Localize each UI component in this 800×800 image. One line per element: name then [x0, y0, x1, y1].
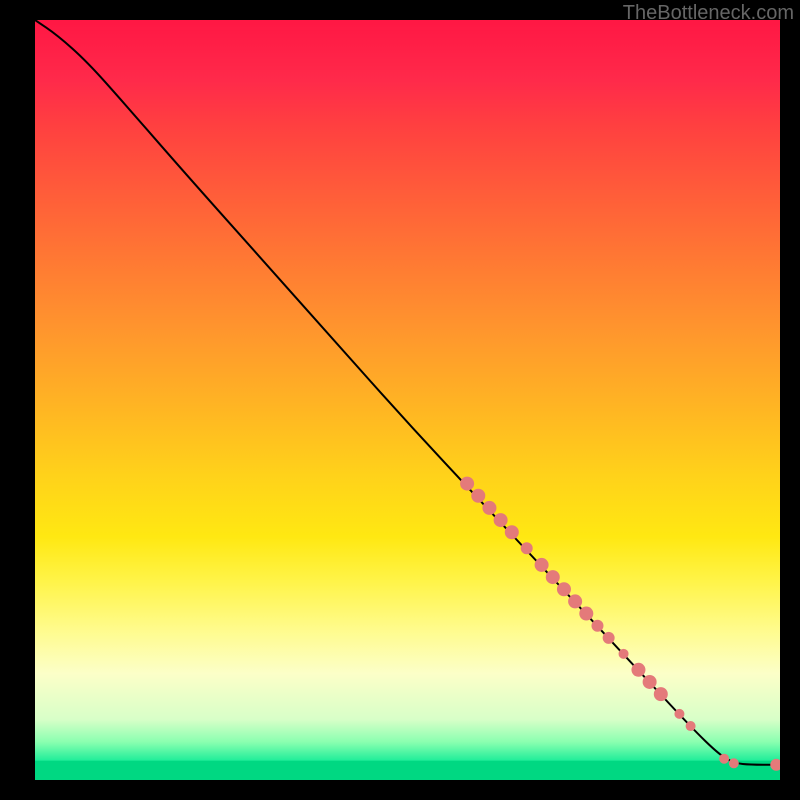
- data-point: [591, 620, 603, 632]
- data-point: [579, 607, 593, 621]
- data-point: [643, 675, 657, 689]
- data-point: [686, 721, 696, 731]
- data-point: [521, 542, 533, 554]
- data-point: [654, 687, 668, 701]
- data-point: [603, 632, 615, 644]
- data-point: [471, 489, 485, 503]
- bottleneck-curve: [35, 20, 780, 765]
- data-point: [719, 754, 729, 764]
- data-point: [505, 525, 519, 539]
- data-point: [729, 758, 739, 768]
- data-points-group: [460, 477, 780, 771]
- data-point: [494, 513, 508, 527]
- data-point: [546, 570, 560, 584]
- data-point: [770, 759, 780, 771]
- data-point: [535, 558, 549, 572]
- chart-plot-area: [35, 20, 780, 780]
- data-point: [568, 594, 582, 608]
- chart-svg: [35, 20, 780, 780]
- data-point: [557, 582, 571, 596]
- watermark-text: TheBottleneck.com: [623, 2, 794, 25]
- data-point: [619, 649, 629, 659]
- data-point: [460, 477, 474, 491]
- data-point: [631, 663, 645, 677]
- data-point: [482, 501, 496, 515]
- data-point: [674, 709, 684, 719]
